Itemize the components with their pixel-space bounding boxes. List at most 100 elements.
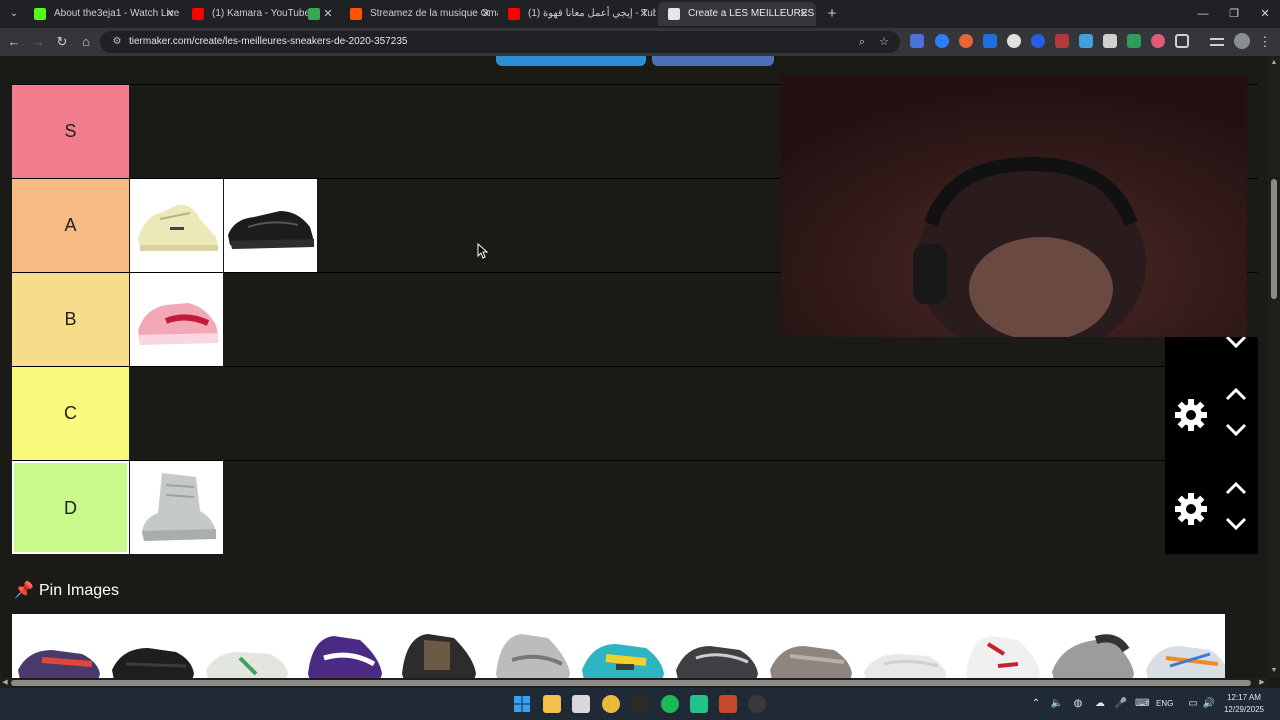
vertical-scrollbar[interactable]: ▲ ▼ [1268, 56, 1280, 678]
extension-icon[interactable] [1055, 34, 1069, 48]
volume-icon[interactable]: 🔈 [1050, 696, 1064, 712]
sneaker-9[interactable] [764, 614, 857, 678]
clock-time: 12:17 AM [1227, 693, 1261, 702]
reload-icon[interactable]: ↻ [52, 32, 72, 52]
vertical-scroll-thumb[interactable] [1271, 179, 1277, 299]
network-app-icon[interactable]: ◍ [1071, 696, 1085, 712]
onedrive-icon[interactable]: ☁ [1093, 696, 1107, 712]
gear-icon[interactable] [1173, 397, 1209, 433]
kick-icon [34, 8, 46, 20]
display-icon[interactable]: ▭ [1186, 696, 1200, 712]
extension-icon[interactable] [1103, 34, 1117, 48]
scroll-up-arrow-icon[interactable]: ▲ [1270, 59, 1278, 67]
scroll-down-arrow-icon[interactable]: ▼ [1270, 667, 1278, 675]
reading-list-icon[interactable] [1210, 38, 1224, 46]
close-icon[interactable]: ✕ [480, 2, 492, 26]
tab-search-chevron-icon[interactable]: ⌄ [4, 4, 24, 24]
gear-icon[interactable] [1173, 491, 1209, 527]
sneaker-10[interactable] [858, 614, 951, 678]
tier-label-d[interactable]: D [12, 461, 129, 554]
tier-label-c[interactable]: C [12, 367, 129, 460]
move-down-chevron-icon[interactable] [1225, 517, 1247, 531]
extension-icon[interactable] [1031, 34, 1045, 48]
new-tab-button[interactable]: + [822, 4, 842, 24]
tab-tiermaker[interactable]: Create a LES MEILLEURES SNEA ✕ [658, 2, 816, 26]
sneaker-grey-boot[interactable] [130, 461, 223, 554]
file-explorer-icon[interactable] [543, 695, 561, 713]
translate-extension-icon[interactable] [910, 34, 924, 48]
move-up-chevron-icon[interactable] [1225, 387, 1247, 401]
extension-icon[interactable] [1079, 34, 1093, 48]
store-icon[interactable] [572, 695, 590, 713]
tier-settings-panel-b [1165, 335, 1258, 377]
sneaker-6[interactable] [482, 614, 575, 678]
scroll-right-arrow-icon[interactable]: ▶ [1258, 679, 1266, 687]
top-action-button[interactable] [496, 56, 646, 66]
forward-arrow-icon[interactable]: → [28, 32, 48, 52]
horizontal-scrollbar[interactable]: ◀ ▶ [0, 678, 1268, 688]
maximize-button[interactable]: ❐ [1219, 4, 1249, 24]
speaker-icon[interactable]: 🔊 [1202, 696, 1216, 712]
menu-kebab-icon[interactable]: ⋮ [1258, 32, 1272, 52]
windows-start-icon[interactable] [513, 695, 531, 713]
spotify-icon[interactable] [661, 695, 679, 713]
zoom-icon[interactable]: ⌕ [854, 34, 870, 50]
sneaker-black-yeezy-700[interactable] [224, 179, 317, 272]
tab-youtube-arabic[interactable]: (1) إيجي أعمل معانا قهوة - Tube ✕ [498, 2, 656, 26]
url-text[interactable]: tiermaker.com/create/les-meilleures-snea… [129, 31, 407, 53]
sneaker-11[interactable] [952, 614, 1045, 678]
close-icon[interactable]: ✕ [798, 2, 810, 26]
extension-icon[interactable] [1151, 34, 1165, 48]
close-icon[interactable]: ✕ [164, 2, 176, 26]
sneaker-7[interactable] [576, 614, 669, 678]
tab-kick[interactable]: About the3eja1 - Watch Live on ✕ [24, 2, 182, 26]
tab-pinned-sheet[interactable]: ✕ [298, 2, 340, 26]
minimize-button[interactable]: — [1188, 4, 1218, 24]
tab-soundcloud[interactable]: Streamez de la musique Omara ✕ [340, 2, 498, 26]
address-bar[interactable]: ⚙ tiermaker.com/create/les-meilleures-sn… [100, 31, 900, 53]
tray-overflow-chevron-icon[interactable]: ⌃ [1029, 696, 1043, 712]
top-action-button[interactable] [652, 56, 774, 66]
move-down-chevron-icon[interactable] [1225, 423, 1247, 437]
sneaker-5[interactable] [388, 614, 481, 678]
input-language[interactable]: ENG [1156, 696, 1173, 712]
sneaker-sail-jordan-4[interactable] [130, 179, 223, 272]
close-icon[interactable]: ✕ [638, 2, 650, 26]
extension-icon[interactable] [983, 34, 997, 48]
sneaker-12[interactable] [1046, 614, 1139, 678]
tier-label-s[interactable]: S [12, 85, 129, 178]
sneaker-1[interactable] [12, 614, 105, 678]
close-icon[interactable]: ✕ [322, 2, 334, 26]
sneaker-pink-sb-dunk[interactable] [130, 273, 223, 366]
tier-label-b[interactable]: B [12, 273, 129, 366]
microphone-icon[interactable]: 🎤 [1114, 696, 1128, 712]
extensions-puzzle-icon[interactable] [1175, 34, 1189, 48]
back-arrow-icon[interactable]: ← [4, 32, 24, 52]
bookmark-star-icon[interactable]: ☆ [876, 34, 892, 50]
sneaker-13[interactable] [1140, 614, 1225, 678]
close-window-button[interactable]: ✕ [1250, 4, 1280, 24]
move-down-chevron-icon[interactable] [1225, 335, 1247, 349]
move-up-chevron-icon[interactable] [1225, 481, 1247, 495]
site-info-icon[interactable]: ⚙ [110, 35, 124, 49]
chrome-icon[interactable] [602, 695, 620, 713]
tier-label-a[interactable]: A [12, 179, 129, 272]
sneaker-8[interactable] [670, 614, 763, 678]
horizontal-scroll-thumb[interactable] [11, 680, 1251, 686]
media-player-icon[interactable] [748, 695, 766, 713]
app-icon[interactable] [690, 695, 708, 713]
extension-icon[interactable] [959, 34, 973, 48]
epic-games-icon[interactable] [631, 695, 649, 713]
profile-avatar[interactable] [1234, 33, 1250, 49]
extension-icon[interactable] [935, 34, 949, 48]
app-icon[interactable] [719, 695, 737, 713]
system-clock[interactable]: 12:17 AM 12/29/2025 [1216, 692, 1272, 716]
home-icon[interactable]: ⌂ [76, 32, 96, 52]
sneaker-3[interactable] [200, 614, 293, 678]
scroll-left-arrow-icon[interactable]: ◀ [1, 679, 9, 687]
sneaker-4[interactable] [294, 614, 387, 678]
extension-icon[interactable] [1007, 34, 1021, 48]
sneaker-2[interactable] [106, 614, 199, 678]
keyboard-icon[interactable]: ⌨ [1135, 696, 1149, 712]
extension-icon[interactable] [1127, 34, 1141, 48]
